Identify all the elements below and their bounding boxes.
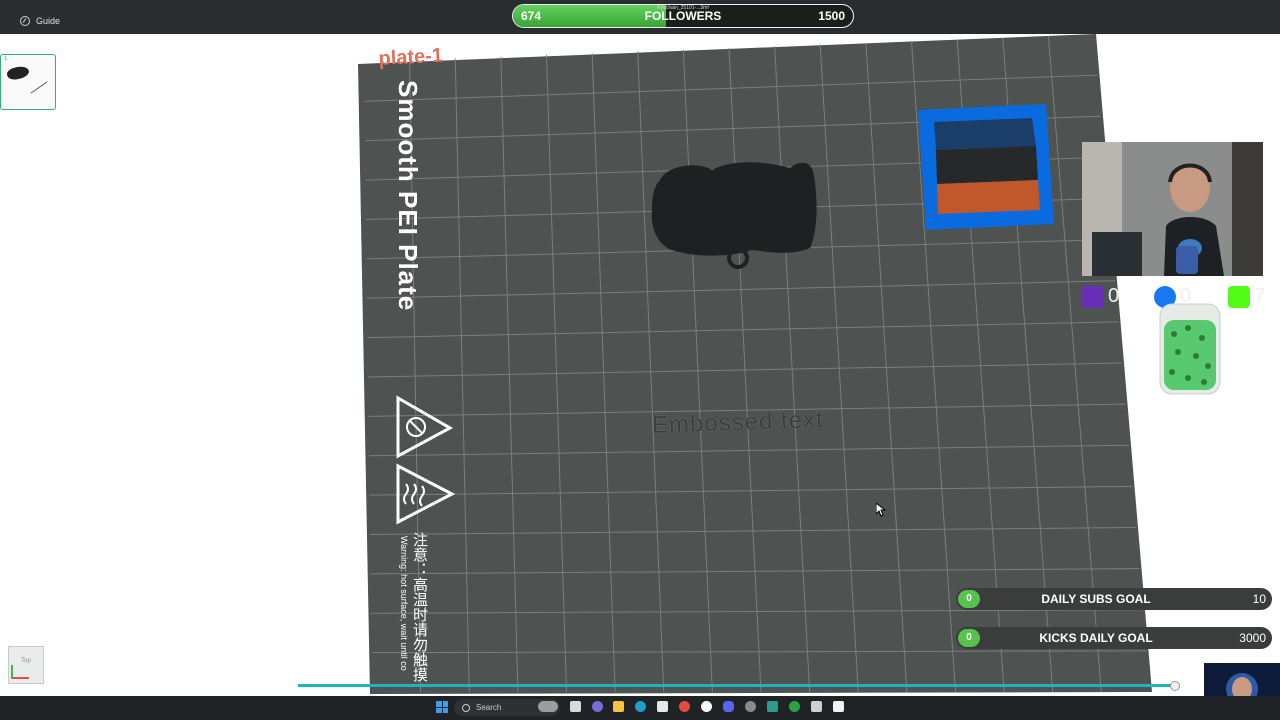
x-axis-indicator bbox=[11, 677, 29, 679]
embossed-text-object[interactable]: Embossed text bbox=[652, 406, 825, 440]
goal-current-value: 0 bbox=[958, 629, 980, 647]
xbox-icon[interactable] bbox=[789, 701, 800, 712]
search-icon bbox=[462, 703, 470, 712]
chrome-icon[interactable] bbox=[679, 701, 690, 712]
terminal-icon[interactable] bbox=[811, 701, 822, 712]
warning-cn-text: 注意：高温时请勿触摸 bbox=[411, 532, 428, 682]
calibration-object[interactable] bbox=[918, 104, 1054, 230]
keychain-model[interactable] bbox=[651, 162, 817, 269]
goal-target-value: 3000 bbox=[1239, 631, 1266, 645]
kicks-daily-goal-bar: 0 KICKS DAILY GOAL 3000 bbox=[956, 627, 1272, 649]
app-icon[interactable] bbox=[745, 701, 756, 712]
twitch-icon bbox=[1082, 285, 1104, 308]
plate-name: Smooth PEI Plate bbox=[393, 80, 423, 312]
file-explorer-icon[interactable] bbox=[613, 701, 624, 712]
mouse-cursor-icon bbox=[876, 503, 886, 517]
twitch-counter: 0 bbox=[1082, 285, 1119, 308]
kick-count: 7 bbox=[1254, 285, 1266, 308]
view-cube[interactable]: Top bbox=[8, 646, 44, 684]
warning-en-text: Warning: hot surface, wait until co bbox=[399, 536, 409, 671]
webcam-person-image bbox=[1082, 142, 1263, 276]
kick-icon bbox=[1228, 285, 1250, 308]
windows-taskbar: Search bbox=[0, 696, 1280, 720]
plate-label: plate-1 bbox=[378, 44, 444, 70]
tip-jar-icon bbox=[1159, 303, 1221, 395]
daily-subs-goal-bar: 0 DAILY SUBS GOAL 10 bbox=[956, 588, 1272, 610]
orca-icon[interactable] bbox=[767, 701, 778, 712]
copilot-icon[interactable] bbox=[592, 701, 603, 712]
goal-current-value: 0 bbox=[958, 590, 980, 608]
y-axis-indicator bbox=[11, 665, 13, 679]
build-plate-scene[interactable] bbox=[0, 0, 1280, 720]
view-cube-label: Top bbox=[21, 658, 31, 664]
edge-icon[interactable] bbox=[635, 701, 646, 712]
goal-label: DAILY SUBS GOAL bbox=[1041, 592, 1151, 606]
discord-icon[interactable] bbox=[723, 701, 734, 712]
layer-slider-handle[interactable] bbox=[1170, 681, 1180, 691]
windows-start-icon[interactable] bbox=[436, 701, 448, 713]
bamboo-studio-icon[interactable] bbox=[538, 701, 558, 712]
webcam-overlay bbox=[1082, 142, 1263, 276]
store-icon[interactable] bbox=[657, 701, 668, 712]
goal-target-value: 10 bbox=[1252, 592, 1266, 606]
goal-label: KICKS DAILY GOAL bbox=[1039, 631, 1153, 645]
kick-counter: 7 bbox=[1228, 285, 1265, 308]
notepad-icon[interactable] bbox=[833, 701, 844, 712]
taskbar-search-label: Search bbox=[476, 703, 502, 712]
twitch-count: 0 bbox=[1108, 285, 1120, 308]
layer-progress-slider[interactable] bbox=[298, 684, 1178, 687]
task-view-icon[interactable] bbox=[570, 701, 581, 712]
obs-icon[interactable] bbox=[701, 701, 712, 712]
